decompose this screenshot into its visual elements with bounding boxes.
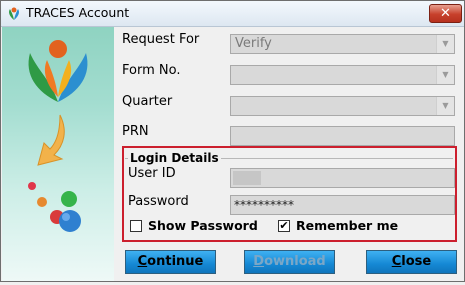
close-mnemonic: C: [391, 254, 402, 269]
password-input[interactable]: **********: [230, 195, 455, 215]
arrow-icon: [37, 114, 65, 166]
download-mnemonic: D: [253, 254, 265, 269]
prn-input[interactable]: [230, 126, 455, 146]
download-label: ownload: [264, 254, 326, 269]
dropdown-arrow-icon[interactable]: ▼: [436, 97, 454, 115]
request-for-label: Request For: [122, 32, 200, 47]
dropdown-arrow-icon[interactable]: ▼: [436, 35, 454, 53]
download-button[interactable]: Download: [244, 250, 335, 274]
continue-mnemonic: C: [137, 254, 148, 269]
quarter-label: Quarter: [122, 94, 173, 109]
form-no-label: Form No.: [122, 63, 181, 78]
continue-label: ontinue: [147, 254, 204, 269]
user-id-label: User ID: [128, 166, 176, 181]
close-label: lose: [401, 254, 432, 269]
remember-me-checkbox[interactable]: ✔: [278, 220, 290, 232]
prn-label: PRN: [122, 124, 149, 139]
balls-icon: [28, 182, 81, 232]
title-bar: TRACES Account ✕: [1, 1, 464, 27]
request-for-value: Verify: [235, 36, 272, 51]
password-label: Password: [128, 194, 189, 209]
request-for-dropdown[interactable]: Verify ▼: [230, 34, 455, 54]
quarter-dropdown[interactable]: ▼: [230, 96, 455, 116]
traces-logo-icon: [28, 40, 88, 102]
form-no-dropdown[interactable]: ▼: [230, 65, 455, 85]
app-logo-icon: [9, 7, 19, 20]
window-title: TRACES Account: [26, 5, 130, 20]
show-password-label[interactable]: Show Password: [148, 218, 258, 233]
remember-me-label[interactable]: Remember me: [296, 218, 398, 233]
close-button[interactable]: Close: [366, 250, 457, 274]
user-id-masked-text: [233, 171, 261, 185]
user-id-input[interactable]: [230, 168, 455, 188]
side-decoration-panel: [2, 27, 114, 281]
dropdown-arrow-icon[interactable]: ▼: [436, 66, 454, 84]
show-password-checkbox[interactable]: [130, 220, 142, 232]
password-value: **********: [234, 198, 294, 212]
login-details-title: Login Details: [128, 151, 221, 165]
traces-account-window: TRACES Account ✕ Request For Verify ▼ Fo…: [0, 0, 465, 282]
side-artwork: [28, 40, 88, 232]
window-close-button[interactable]: ✕: [429, 4, 462, 23]
continue-button[interactable]: Continue: [125, 250, 216, 274]
